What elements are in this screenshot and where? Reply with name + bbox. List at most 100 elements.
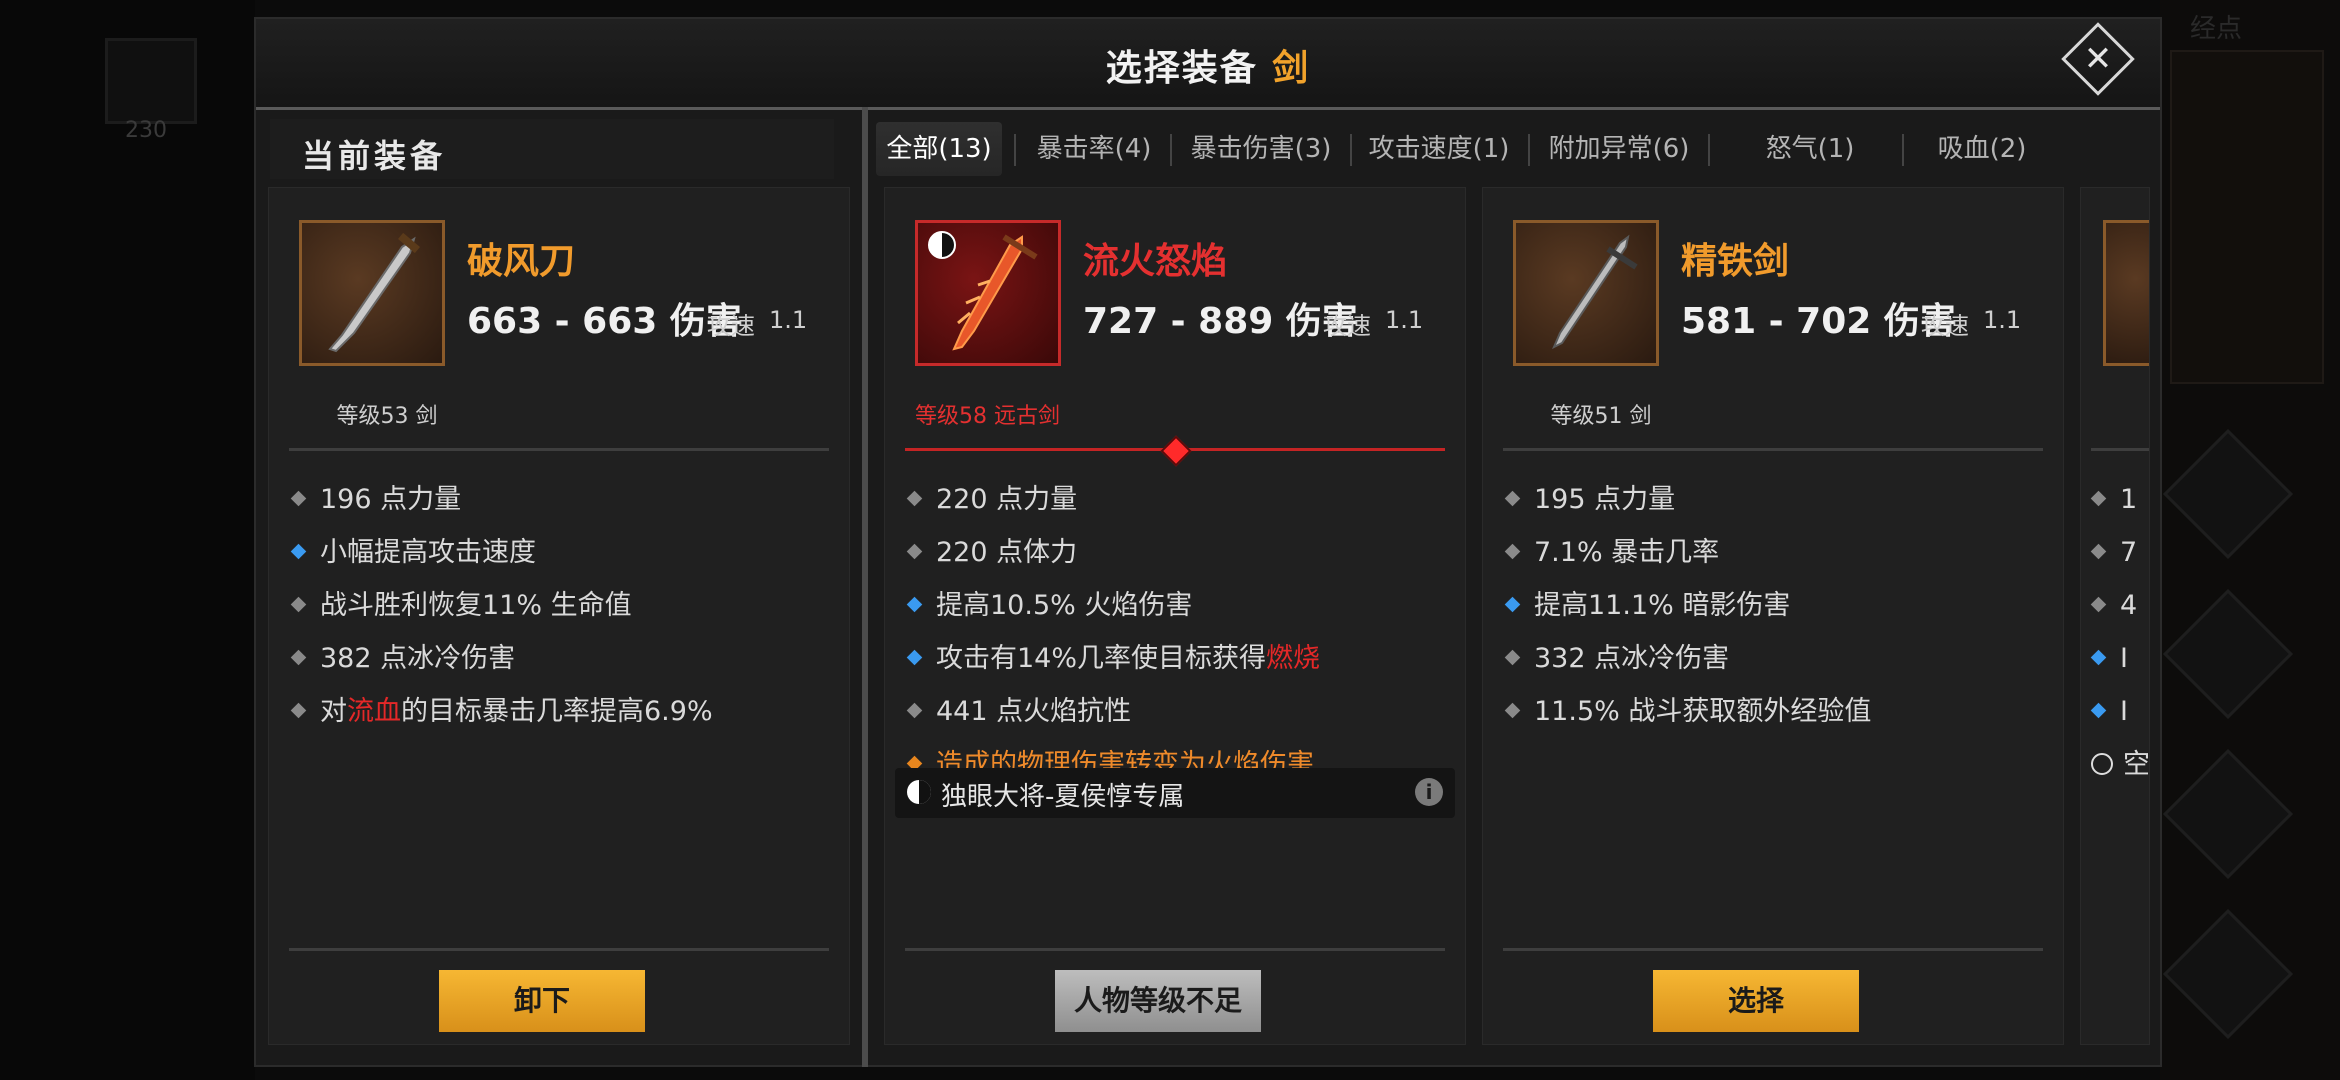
equipment-card[interactable]: 精铁剑 581 - 702 伤害 攻速 1.1 等级51 剑 195 点力量 7…: [1482, 187, 2064, 1045]
gray-diamond-icon: [2090, 490, 2107, 507]
current-equipment-label: 当前装备: [302, 137, 447, 175]
tab-crit-rate[interactable]: 暴击率(4): [1026, 122, 1162, 176]
item-damage: 663 - 663 伤害: [467, 301, 742, 342]
dialog-title-category: 剑: [1272, 48, 1311, 89]
stat-line: 11.5% 战斗获取额外经验值: [1504, 686, 1872, 738]
stat-text: 空: [2123, 749, 2150, 780]
stat-line: I: [2090, 633, 2128, 685]
attack-speed-label: 攻速: [1323, 312, 1371, 340]
stat-text: 220 点体力: [936, 537, 1078, 568]
attack-speed-value: 1.1: [769, 306, 808, 334]
attack-speed-value: 1.1: [1385, 306, 1424, 334]
gray-diamond-icon: [290, 596, 307, 613]
stat-line: 220 点力量: [906, 474, 1077, 526]
card-divider: [289, 948, 829, 951]
stat-line: 攻击有14%几率使目标获得燃烧: [906, 633, 1320, 685]
tab-all[interactable]: 全部(13): [876, 122, 1002, 176]
background-map-grid: [2170, 50, 2324, 384]
stat-text: 7: [2120, 537, 2138, 568]
stat-line: 332 点冰冷伤害: [1504, 633, 1730, 685]
tab-attack-speed[interactable]: 攻击速度(1): [1356, 122, 1522, 176]
item-level: 等级51 剑: [1550, 404, 1652, 429]
blue-diamond-icon: [2090, 649, 2107, 666]
stat-text: 对: [320, 696, 347, 727]
equipment-card-partial[interactable]: 1 7 4 I I 空: [2080, 187, 2150, 1045]
stat-text: I: [2120, 696, 2128, 727]
stat-line: 220 点体力: [906, 527, 1078, 579]
stat-line: 1: [2090, 474, 2138, 526]
stat-line: 4: [2090, 580, 2137, 632]
stat-text: 332 点冰冷伤害: [1534, 643, 1730, 674]
stat-line: 7: [2090, 527, 2138, 579]
unequip-button[interactable]: 卸下: [439, 970, 645, 1032]
stat-line: 战斗胜利恢复11% 生命值: [290, 580, 632, 632]
stat-line: 382 点冰冷伤害: [290, 633, 515, 685]
tab-separator: [1014, 134, 1016, 166]
card-divider: [1503, 948, 2043, 951]
gray-diamond-icon: [1504, 490, 1521, 507]
close-icon: ✕: [2083, 39, 2113, 79]
item-damage: 581 - 702 伤害: [1681, 301, 1956, 342]
yin-yang-icon: [928, 231, 956, 259]
level-insufficient-button[interactable]: 人物等级不足: [1055, 970, 1261, 1032]
item-icon-frame: [299, 220, 445, 366]
item-icon-frame: [915, 220, 1061, 366]
gray-diamond-icon: [906, 490, 923, 507]
keyword-bleed: 流血: [347, 696, 401, 727]
gray-diamond-icon: [290, 649, 307, 666]
gray-diamond-icon: [1504, 649, 1521, 666]
tab-separator: [1902, 134, 1904, 166]
filter-tabs: 全部(13) 暴击率(4) 暴击伤害(3) 攻击速度(1) 附加异常(6) 怒气…: [876, 122, 2152, 180]
background-left: [0, 0, 255, 1080]
blue-diamond-icon: [290, 543, 307, 560]
tab-extra-ailment[interactable]: 附加异常(6): [1536, 122, 1702, 176]
stat-line: 提高10.5% 火焰伤害: [906, 580, 1193, 632]
info-icon[interactable]: i: [1415, 778, 1443, 806]
stat-text: 1: [2120, 484, 2138, 515]
tab-separator: [1350, 134, 1352, 166]
gray-diamond-icon: [1504, 543, 1521, 560]
stat-line: 小幅提高攻击速度: [290, 527, 536, 579]
stat-line: I: [2090, 686, 2128, 738]
empty-slot-icon: [2091, 752, 2113, 775]
tab-rage[interactable]: 怒气(1): [1724, 122, 1896, 176]
tab-separator: [1170, 134, 1172, 166]
stat-line: 196 点力量: [290, 474, 461, 526]
sword-icon: [1552, 234, 1638, 350]
gray-diamond-icon: [1504, 702, 1521, 719]
sword-icon: [328, 232, 420, 353]
stat-line: 对流血的目标暴击几率提高6.9%: [290, 686, 713, 738]
tab-crit-damage[interactable]: 暴击伤害(3): [1176, 122, 1346, 176]
stat-text: 441 点火焰抗性: [936, 696, 1132, 727]
stat-text: 提高10.5% 火焰伤害: [936, 590, 1193, 621]
item-name: 流火怒焰: [1083, 241, 1228, 282]
tab-lifesteal[interactable]: 吸血(2): [1912, 122, 2052, 176]
stat-text: 提高11.1% 暗影伤害: [1534, 590, 1791, 621]
item-icon-frame: [1513, 220, 1659, 366]
stat-text: 战斗胜利恢复11% 生命值: [320, 590, 632, 621]
item-level: 等级58 远古剑: [915, 404, 1060, 429]
stat-text: 11.5% 战斗获取额外经验值: [1534, 696, 1872, 727]
blue-diamond-icon: [2090, 702, 2107, 719]
exclusive-set-row[interactable]: 独眼大将-夏侯惇专属 i: [895, 768, 1455, 818]
blue-diamond-icon: [906, 596, 923, 613]
current-equipment-card: 破风刀 663 - 663 伤害 攻速 1.1 等级53 剑 196 点力量 小…: [268, 187, 850, 1045]
card-divider: [2091, 448, 2149, 451]
stat-line: 空: [2091, 739, 2150, 791]
stat-text: 小幅提高攻击速度: [320, 537, 536, 568]
gray-diamond-icon: [906, 702, 923, 719]
stat-line: 195 点力量: [1504, 474, 1675, 526]
gray-diamond-icon: [290, 702, 307, 719]
equipment-select-dialog: 选择装备 剑 ✕ 当前装备 全部(13) 暴击率(4) 暴击伤害(3) 攻击速度…: [254, 17, 2162, 1067]
current-equipment-header: 当前装备: [270, 119, 834, 179]
exclusive-owner-text: 独眼大将-夏侯惇专属: [941, 782, 1185, 812]
background-top-right-text: 经点: [2190, 14, 2243, 44]
equipment-card[interactable]: 流火怒焰 727 - 889 伤害 攻速 1.1 等级58 远古剑 220 点力…: [884, 187, 1466, 1045]
red-gem-icon: [1160, 435, 1192, 467]
select-button[interactable]: 选择: [1653, 970, 1859, 1032]
item-icon-frame: [2103, 220, 2149, 366]
attack-speed-label: 攻速: [707, 312, 755, 340]
yin-yang-icon: [907, 780, 931, 804]
item-damage: 727 - 889 伤害: [1083, 301, 1358, 342]
tab-separator: [1528, 134, 1530, 166]
